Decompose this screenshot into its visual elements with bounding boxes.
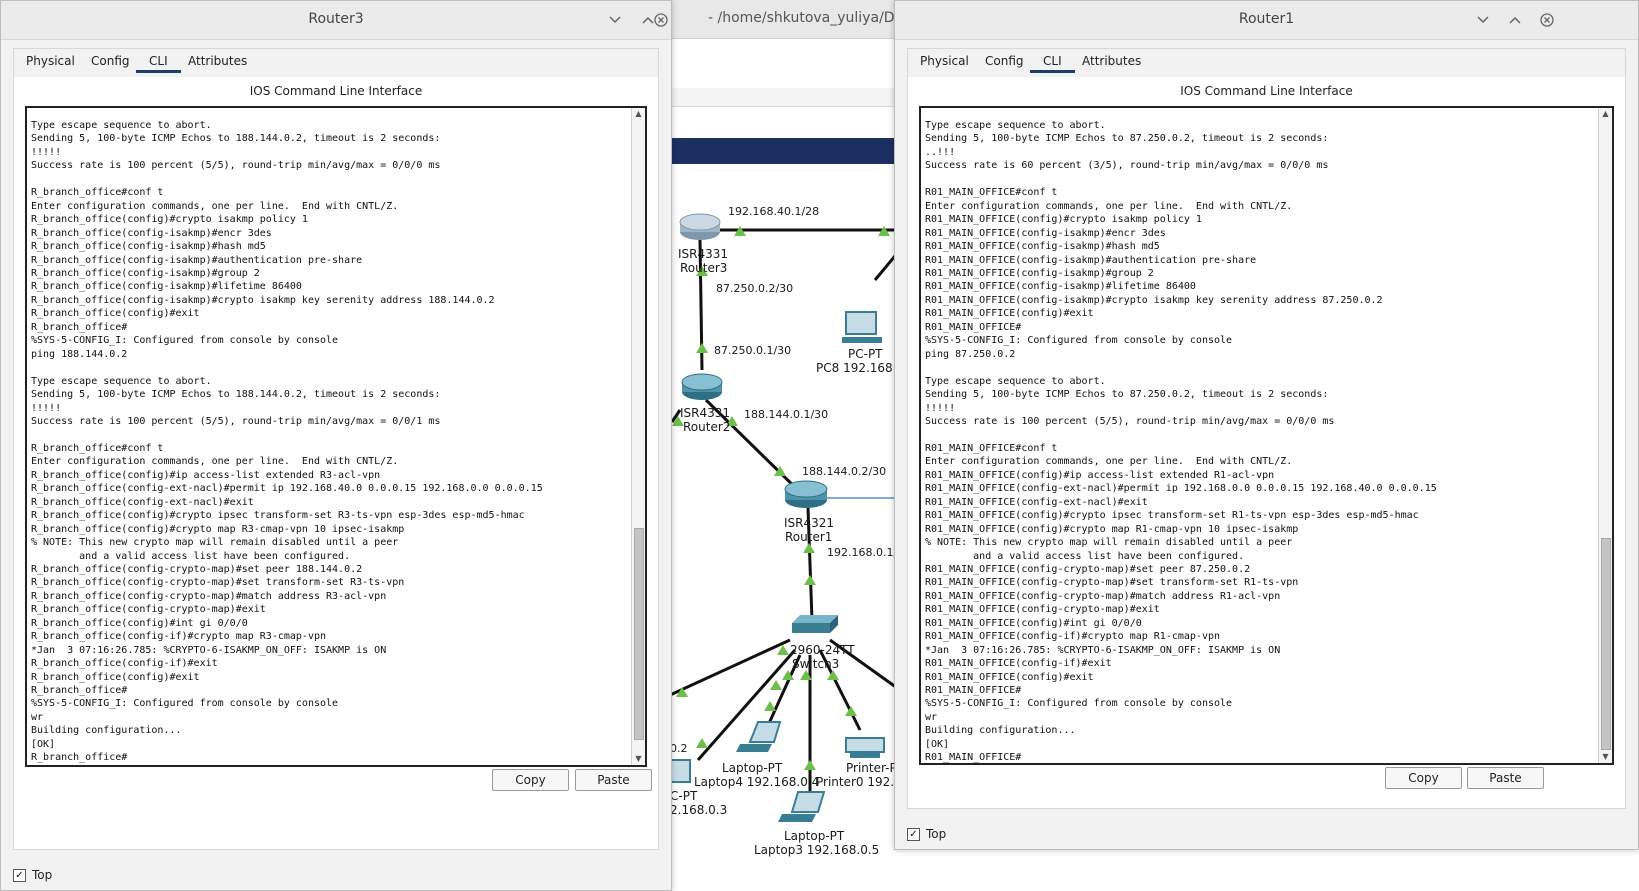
tab-physical[interactable]: Physical [920,54,969,68]
paste-button[interactable]: Paste [1467,767,1544,789]
top-checkbox-label: Top [32,868,53,882]
top-checkbox-row: ✓ Top [907,827,946,841]
link-up-icon [770,680,782,690]
maximize-icon[interactable] [1505,10,1525,30]
switch-icon[interactable] [792,615,838,633]
close-icon[interactable] [651,10,671,30]
link-switch-pc [696,649,797,761]
copy-button[interactable]: Copy [1385,767,1462,789]
switch-model-label: 2960-24TT [790,643,855,657]
link-up-icon [804,575,816,585]
cli-header: IOS Command Line Interface [1180,84,1353,98]
tab-physical[interactable]: Physical [26,54,75,68]
tab-bar: Physical Config CLI Attributes [908,49,1625,77]
link-label: 188.144.0.1/30 [744,408,828,421]
router3-window: Router3 Physical Config CLI Attributes I… [0,0,672,891]
router1-name-label: Router1 [785,530,832,544]
laptop3-name-label: Laptop3 192.168.0.5 [754,843,879,857]
top-checkbox-label: Top [926,827,947,841]
cli-terminal[interactable]: Type escape sequence to abort. Sending 5… [919,106,1614,765]
minimize-icon[interactable] [605,10,625,30]
laptop3-model-label: Laptop-PT [784,829,845,843]
link-up-icon [696,343,708,353]
top-checkbox[interactable]: ✓ [907,827,920,841]
pc-partial-label: C-PT [670,789,698,803]
window-titlebar[interactable]: Router1 [895,1,1638,40]
scroll-up-icon[interactable]: ▲ [632,108,645,120]
link-up-icon [845,706,857,716]
link-up-icon [764,701,776,711]
switch-name-label: Switch3 [792,657,839,671]
link-up-icon [827,670,839,680]
vertical-scrollbar[interactable]: ▲ ▼ [1598,108,1612,763]
window-title: Router3 [308,11,364,27]
cli-panel: Physical Config CLI Attributes IOS Comma… [13,48,659,850]
link-up-icon [803,543,815,553]
window-titlebar[interactable]: Router3 [1,1,671,40]
copy-button[interactable]: Copy [492,769,569,791]
scroll-down-icon[interactable]: ▼ [632,753,645,765]
router1-model-label: ISR4321 [784,516,834,530]
cli-header: IOS Command Line Interface [249,84,423,98]
pc-partial-name: 2.168.0.3 [670,803,727,817]
printer-icon[interactable] [845,737,885,758]
cli-terminal-text[interactable]: Type escape sequence to abort. Sending 5… [31,119,627,765]
router3-name-label: Router3 [680,261,727,275]
laptop-icon[interactable] [736,721,782,752]
link-label: 0.2 [670,742,688,755]
scrollbar-thumb[interactable] [634,528,644,740]
tab-attributes[interactable]: Attributes [188,54,247,68]
link-up-icon [696,738,708,748]
tab-bar: Physical Config CLI Attributes [14,49,658,77]
top-checkbox[interactable]: ✓ [13,868,26,882]
tab-config[interactable]: Config [91,54,130,68]
pc-icon[interactable] [842,311,882,343]
pc-icon[interactable] [670,759,691,783]
cli-terminal-text[interactable]: Type escape sequence to abort. Sending 5… [925,119,1594,763]
router2-model-label: ISR4331 [680,406,730,420]
minimize-icon[interactable] [1473,10,1493,30]
tab-config[interactable]: Config [985,54,1024,68]
router-icon[interactable] [784,480,828,508]
paste-button[interactable]: Paste [575,769,652,791]
link-label: 87.250.0.2/30 [716,282,793,295]
top-checkbox-row: ✓ Top [13,868,52,882]
laptop-icon[interactable] [778,791,826,822]
router1-window: Router1 Physical Config CLI Attributes I… [894,0,1639,850]
cli-panel: Physical Config CLI Attributes IOS Comma… [907,48,1626,809]
router-icon[interactable] [681,373,723,400]
close-icon[interactable] [1537,10,1557,30]
link-label: 188.144.0.2/30 [802,465,886,478]
link-up-icon [804,760,816,770]
window-title: Router1 [1238,11,1295,27]
link-label: 192.168.0.1/ [827,546,897,559]
router3-model-label: ISR4331 [678,247,728,261]
link-label: 87.250.0.1/30 [714,344,791,357]
tab-cli[interactable]: CLI [136,54,181,73]
laptop4-model-label: Laptop-PT [722,761,783,775]
router2-name-label: Router2 [683,420,730,434]
tab-cli[interactable]: CLI [1030,54,1075,73]
laptop4-name-label: Laptop4 192.168.0.4 [694,775,819,789]
cli-terminal[interactable]: Type escape sequence to abort. Sending 5… [25,106,647,767]
scroll-up-icon[interactable]: ▲ [1599,108,1612,120]
router-icon[interactable] [679,213,721,240]
link-label: 192.168.40.1/28 [728,205,819,218]
vertical-scrollbar[interactable]: ▲ ▼ [631,108,645,765]
scroll-down-icon[interactable]: ▼ [1599,751,1612,763]
tab-attributes[interactable]: Attributes [1082,54,1141,68]
scrollbar-thumb[interactable] [1601,538,1611,750]
pc8-model-label: PC-PT [848,347,883,361]
